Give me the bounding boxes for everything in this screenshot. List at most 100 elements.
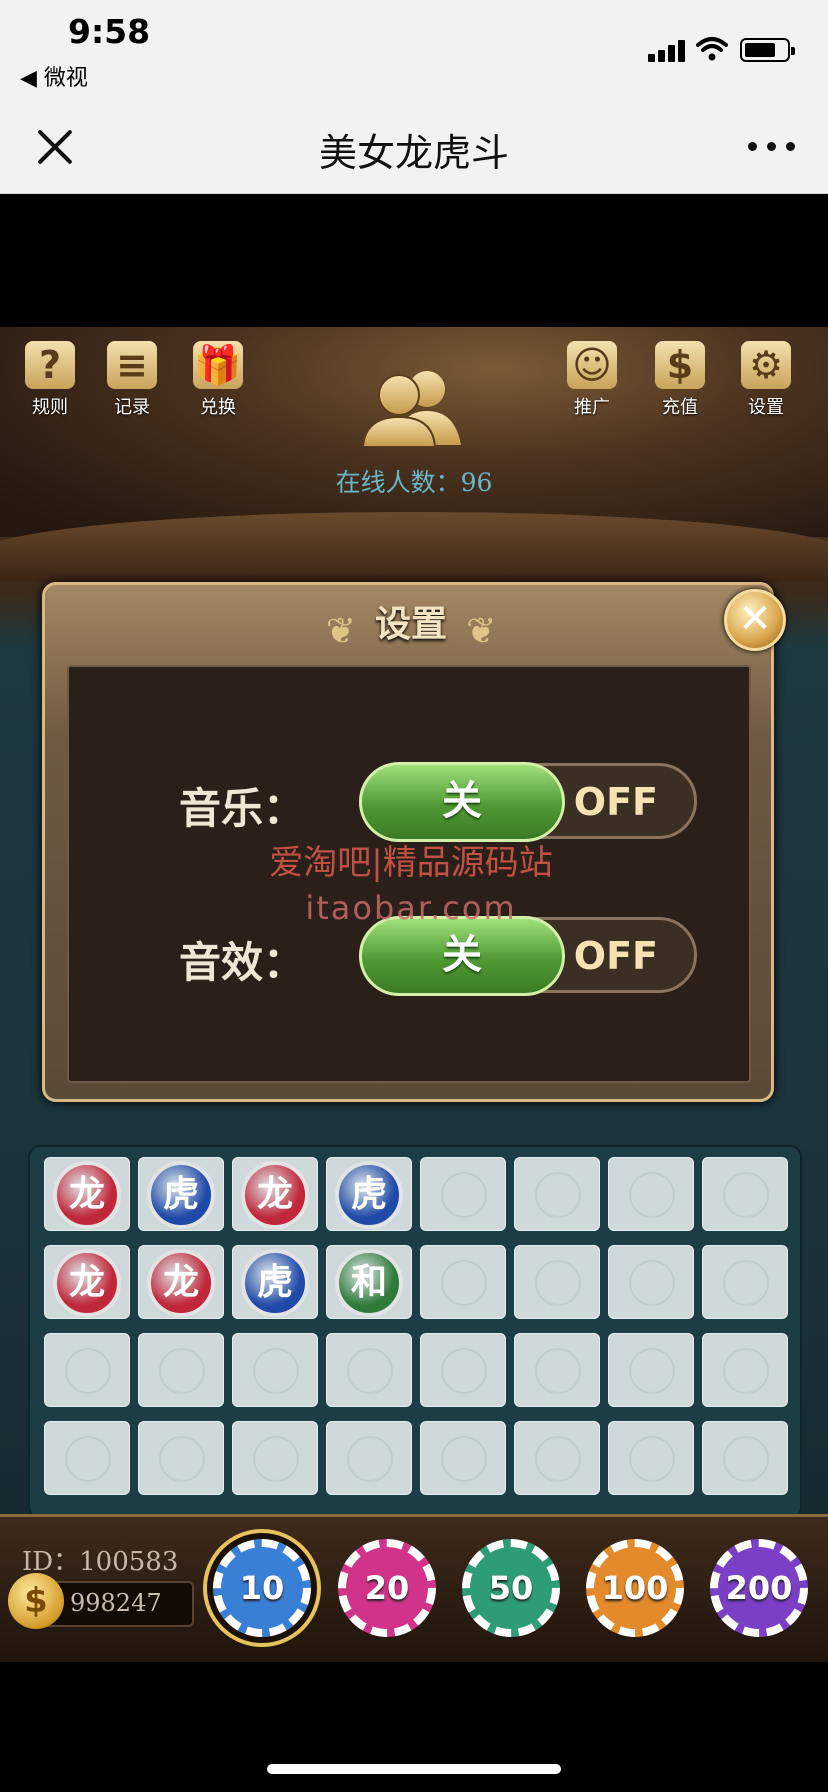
grid-cell	[326, 1333, 412, 1407]
empty-emblem-icon	[535, 1260, 581, 1306]
records-button[interactable]: ≡ 记录	[92, 341, 172, 419]
empty-emblem-icon	[159, 1348, 205, 1394]
coin-icon: $	[8, 1573, 64, 1629]
chip-10[interactable]: 10	[213, 1539, 311, 1637]
result-ball: 龙	[147, 1249, 215, 1317]
page-title: 美女龙虎斗	[318, 131, 509, 175]
rules-button[interactable]: ? 规则	[10, 341, 90, 419]
grid-cell	[326, 1421, 412, 1495]
settings-dialog: ❦ 设置 ❦ 音乐： 关 OFF 爱淘吧|精品源码站 音效： 关 OFF ita…	[42, 582, 774, 1102]
online-users-icon	[361, 371, 461, 447]
grid-cell	[44, 1421, 130, 1495]
chip-100[interactable]: 100	[586, 1539, 684, 1637]
grid-cell	[608, 1157, 694, 1231]
counter-rail	[0, 512, 828, 582]
result-ball: 虎	[147, 1161, 215, 1229]
laurel-left-icon: ❦	[325, 611, 356, 652]
music-toggle-state: OFF	[573, 780, 658, 824]
results-grid: 龙虎龙虎龙龙虎和	[28, 1145, 802, 1519]
grid-cell	[420, 1157, 506, 1231]
money-bag-icon: $	[655, 341, 705, 389]
empty-emblem-icon	[441, 1348, 487, 1394]
app-header: 美女龙虎斗	[0, 100, 828, 194]
watermark-text: 爱淘吧|精品源码站	[269, 843, 553, 883]
group-icon: ☺	[567, 341, 617, 389]
exchange-button[interactable]: 🎁 兑换	[178, 341, 258, 419]
empty-emblem-icon	[629, 1348, 675, 1394]
gear-icon: ⚙	[741, 341, 791, 389]
promote-button[interactable]: ☺ 推广	[552, 341, 632, 419]
grid-cell	[608, 1245, 694, 1319]
grid-cell: 虎	[138, 1157, 224, 1231]
empty-emblem-icon	[253, 1436, 299, 1482]
grid-cell	[608, 1333, 694, 1407]
signal-icon	[648, 40, 688, 62]
result-ball: 龙	[241, 1161, 309, 1229]
grid-cell	[44, 1333, 130, 1407]
music-toggle-knob: 关	[359, 762, 565, 842]
empty-emblem-icon	[629, 1260, 675, 1306]
grid-cell: 龙	[44, 1157, 130, 1231]
result-ball: 虎	[335, 1161, 403, 1229]
empty-emblem-icon	[535, 1348, 581, 1394]
grid-cell: 龙	[232, 1157, 318, 1231]
grid-cell	[514, 1245, 600, 1319]
grid-cell: 虎	[232, 1245, 318, 1319]
gift-icon: 🎁	[193, 341, 243, 389]
bottom-bar: ID：100583 $ 998247 10 20 50 100 200	[0, 1514, 828, 1662]
grid-cell	[138, 1333, 224, 1407]
chip-20[interactable]: 20	[338, 1539, 436, 1637]
result-ball: 和	[335, 1249, 403, 1317]
grid-cell	[420, 1245, 506, 1319]
grid-cell	[702, 1421, 788, 1495]
music-toggle[interactable]: 关 OFF	[359, 762, 697, 842]
grid-cell	[514, 1333, 600, 1407]
empty-emblem-icon	[65, 1436, 111, 1482]
grid-cell	[608, 1421, 694, 1495]
online-count: 在线人数：96	[335, 468, 493, 497]
settings-panel: 音乐： 关 OFF 爱淘吧|精品源码站 音效： 关 OFF itaobar.co…	[67, 665, 751, 1083]
music-label: 音乐：	[179, 784, 306, 833]
sfx-toggle[interactable]: 关 OFF	[359, 916, 697, 996]
empty-emblem-icon	[723, 1172, 769, 1218]
watermark-url: itaobar.com	[305, 889, 517, 927]
grid-cell	[514, 1157, 600, 1231]
settings-button[interactable]: ⚙ 设置	[726, 341, 806, 419]
empty-emblem-icon	[629, 1172, 675, 1218]
dialog-title: 设置	[374, 604, 447, 645]
grid-cell: 虎	[326, 1157, 412, 1231]
player-id: ID：100583	[22, 1547, 179, 1577]
result-ball: 龙	[53, 1161, 121, 1229]
grid-cell	[702, 1333, 788, 1407]
grid-cell	[702, 1157, 788, 1231]
battery-icon	[740, 38, 795, 62]
empty-emblem-icon	[535, 1172, 581, 1218]
status-time: 9:58	[68, 12, 151, 51]
more-options-icon[interactable]	[748, 142, 796, 152]
sfx-toggle-knob: 关	[359, 916, 565, 996]
empty-emblem-icon	[159, 1436, 205, 1482]
grid-cell: 龙	[138, 1245, 224, 1319]
laurel-right-icon: ❦	[466, 611, 497, 652]
empty-emblem-icon	[65, 1348, 111, 1394]
dialog-close-button[interactable]: ✕	[724, 589, 786, 651]
notebook-icon: ≡	[107, 341, 157, 389]
grid-cell	[420, 1333, 506, 1407]
result-ball: 龙	[53, 1249, 121, 1317]
grid-cell: 和	[326, 1245, 412, 1319]
grid-cell	[702, 1245, 788, 1319]
grid-cell	[232, 1333, 318, 1407]
sfx-label: 音效：	[179, 938, 306, 987]
sfx-toggle-state: OFF	[573, 934, 658, 978]
grid-cell	[232, 1421, 318, 1495]
back-to-app-link[interactable]: ◀ 微视	[20, 60, 88, 92]
chip-50[interactable]: 50	[462, 1539, 560, 1637]
game-view: ? 规则 ≡ 记录 🎁 兑换 ☺ 推广 $ 充值 ⚙ 设置 在线人数：96 龙虎…	[0, 327, 828, 1662]
grid-cell: 龙	[44, 1245, 130, 1319]
empty-emblem-icon	[441, 1260, 487, 1306]
empty-emblem-icon	[723, 1348, 769, 1394]
recharge-button[interactable]: $ 充值	[640, 341, 720, 419]
empty-emblem-icon	[441, 1436, 487, 1482]
chip-200[interactable]: 200	[710, 1539, 808, 1637]
grid-cell	[514, 1421, 600, 1495]
